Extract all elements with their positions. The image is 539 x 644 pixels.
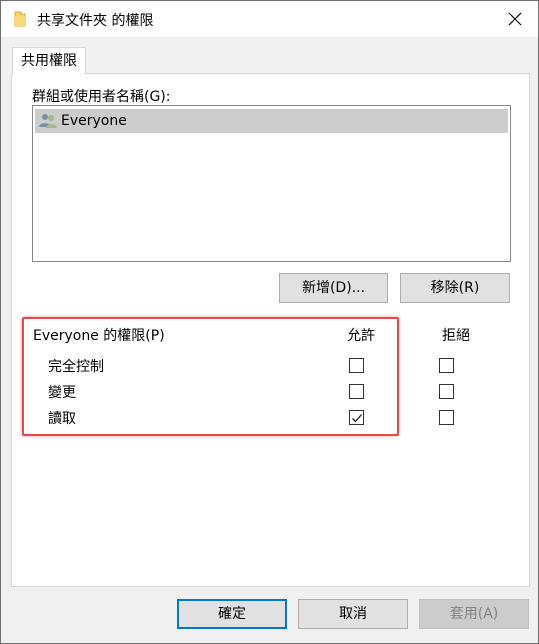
check-icon — [351, 413, 362, 422]
ok-button[interactable]: 確定 — [177, 599, 287, 629]
allow-read-checkbox[interactable] — [349, 410, 364, 425]
title-bar: 共享文件夾 的權限 — [1, 1, 538, 37]
users-icon — [39, 114, 57, 128]
group-listbox[interactable]: Everyone — [32, 105, 511, 262]
deny-read-checkbox[interactable] — [439, 410, 454, 425]
group-list-label: 群組或使用者名稱(G): — [32, 89, 171, 105]
deny-full-control-checkbox[interactable] — [439, 358, 454, 373]
permissions-title: Everyone 的權限(P) — [33, 328, 165, 344]
permissions-dialog: 共享文件夾 的權限 共用權限 群組或使用者名稱(G): Everyone 新增(… — [0, 0, 539, 644]
permission-label-full-control: 完全控制 — [48, 359, 104, 375]
deny-column-header: 拒絕 — [442, 328, 470, 344]
close-button[interactable] — [492, 1, 538, 37]
list-item-label: Everyone — [61, 113, 127, 129]
permission-label-change: 變更 — [48, 385, 76, 401]
allow-column-header: 允許 — [347, 328, 375, 344]
folder-icon — [14, 11, 26, 27]
deny-change-checkbox[interactable] — [439, 384, 454, 399]
remove-button[interactable]: 移除(R) — [400, 273, 510, 303]
cancel-button[interactable]: 取消 — [298, 599, 408, 629]
list-item[interactable]: Everyone — [35, 109, 508, 133]
allow-full-control-checkbox[interactable] — [349, 358, 364, 373]
apply-button[interactable]: 套用(A) — [419, 599, 529, 629]
tab-share-permissions[interactable]: 共用權限 — [12, 47, 86, 74]
close-icon — [508, 12, 522, 26]
add-button[interactable]: 新增(D)... — [279, 273, 388, 303]
allow-change-checkbox[interactable] — [349, 384, 364, 399]
window-title: 共享文件夾 的權限 — [37, 13, 154, 29]
permission-label-read: 讀取 — [48, 411, 76, 427]
tab-panel: 群組或使用者名稱(G): Everyone 新增(D)... 移除(R) Eve… — [11, 73, 530, 587]
